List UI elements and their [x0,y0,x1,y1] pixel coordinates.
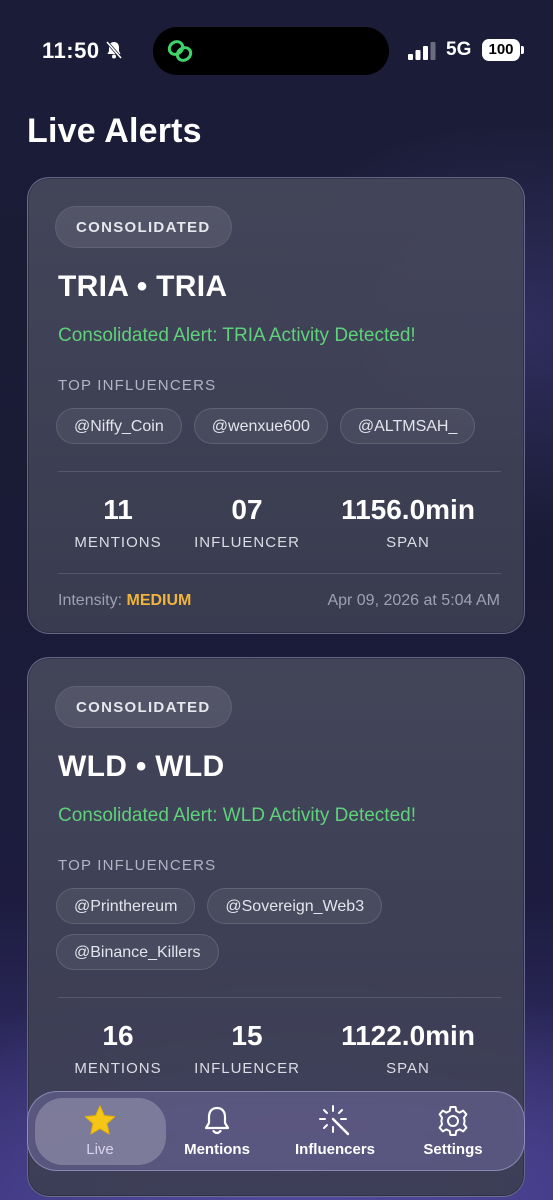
alert-symbol: WLD • WLD [58,750,225,783]
bottom-tab-bar: Live Mentions Influencers Settings [27,1091,525,1171]
influencer-stat: 15 INFLUENCER [167,1020,327,1077]
alert-timestamp: Apr 09, 2026 at 5:04 AM [327,592,500,609]
alert-type-badge: CONSOLIDATED [55,206,232,248]
influencer-value: 15 [231,1020,263,1051]
influencer-chip[interactable]: @wenxue600 [193,408,328,444]
intensity-row: Intensity: MEDIUM [58,592,191,610]
tab-live[interactable]: Live [39,1092,161,1172]
influencer-chip[interactable]: @Sovereign_Web3 [207,888,383,924]
alert-type-badge: CONSOLIDATED [55,686,232,728]
bell-icon [204,1106,230,1135]
gear-icon [438,1106,468,1136]
divider [58,573,501,574]
intensity-label: Intensity: [58,592,123,609]
alert-message: Consolidated Alert: WLD Activity Detecte… [58,805,416,826]
tab-mentions[interactable]: Mentions [156,1092,278,1172]
tab-label: Mentions [184,1141,250,1158]
span-label: SPAN [386,534,430,551]
span-value: 1122.0min [341,1020,475,1051]
alert-symbol: TRIA • TRIA [58,270,228,303]
influencer-label: INFLUENCER [194,1060,300,1077]
tab-label: Settings [423,1141,483,1158]
span-label: SPAN [386,1060,430,1077]
status-bar: 11:50 5G 100 [0,0,553,100]
influencer-value: 07 [231,494,263,525]
influencer-chips: @Printhereum @Sovereign_Web3 @Binance_Ki… [56,888,406,970]
link-app-icon [167,40,193,62]
tab-influencers[interactable]: Influencers [274,1092,396,1172]
intensity-value: MEDIUM [126,592,192,609]
influencer-chip[interactable]: @Niffy_Coin [56,408,182,444]
star-icon [84,1105,116,1135]
status-time: 11:50 [42,38,100,63]
network-type: 5G [446,39,472,60]
influencer-label: INFLUENCER [194,534,300,551]
influencer-chip[interactable]: @Binance_Killers [56,934,219,970]
top-influencers-label: TOP INFLUENCERS [58,857,217,874]
alert-message: Consolidated Alert: TRIA Activity Detect… [58,325,416,346]
influencer-stat: 07 INFLUENCER [167,494,327,551]
span-stat: 1156.0min SPAN [328,494,488,551]
influencer-chips: @Niffy_Coin @wenxue600 @ALTMSAH_ [56,408,501,444]
signal-icon [408,42,436,60]
page-title: Live Alerts [27,112,202,150]
top-influencers-label: TOP INFLUENCERS [58,377,217,394]
span-stat: 1122.0min SPAN [328,1020,488,1077]
battery-indicator: 100 [482,39,520,61]
tab-label: Influencers [294,1141,376,1158]
influencer-chip[interactable]: @Printhereum [56,888,196,924]
alert-card[interactable]: CONSOLIDATED TRIA • TRIA Consolidated Al… [27,177,525,634]
sparkle-wand-icon [319,1105,350,1136]
battery-cap [521,46,524,54]
span-value: 1156.0min [341,494,475,525]
tab-label: Live [86,1141,114,1158]
divider [58,471,501,472]
influencer-chip[interactable]: @ALTMSAH_ [339,408,476,444]
bell-muted-icon [105,41,123,59]
tab-settings[interactable]: Settings [392,1092,514,1172]
divider [58,997,501,998]
